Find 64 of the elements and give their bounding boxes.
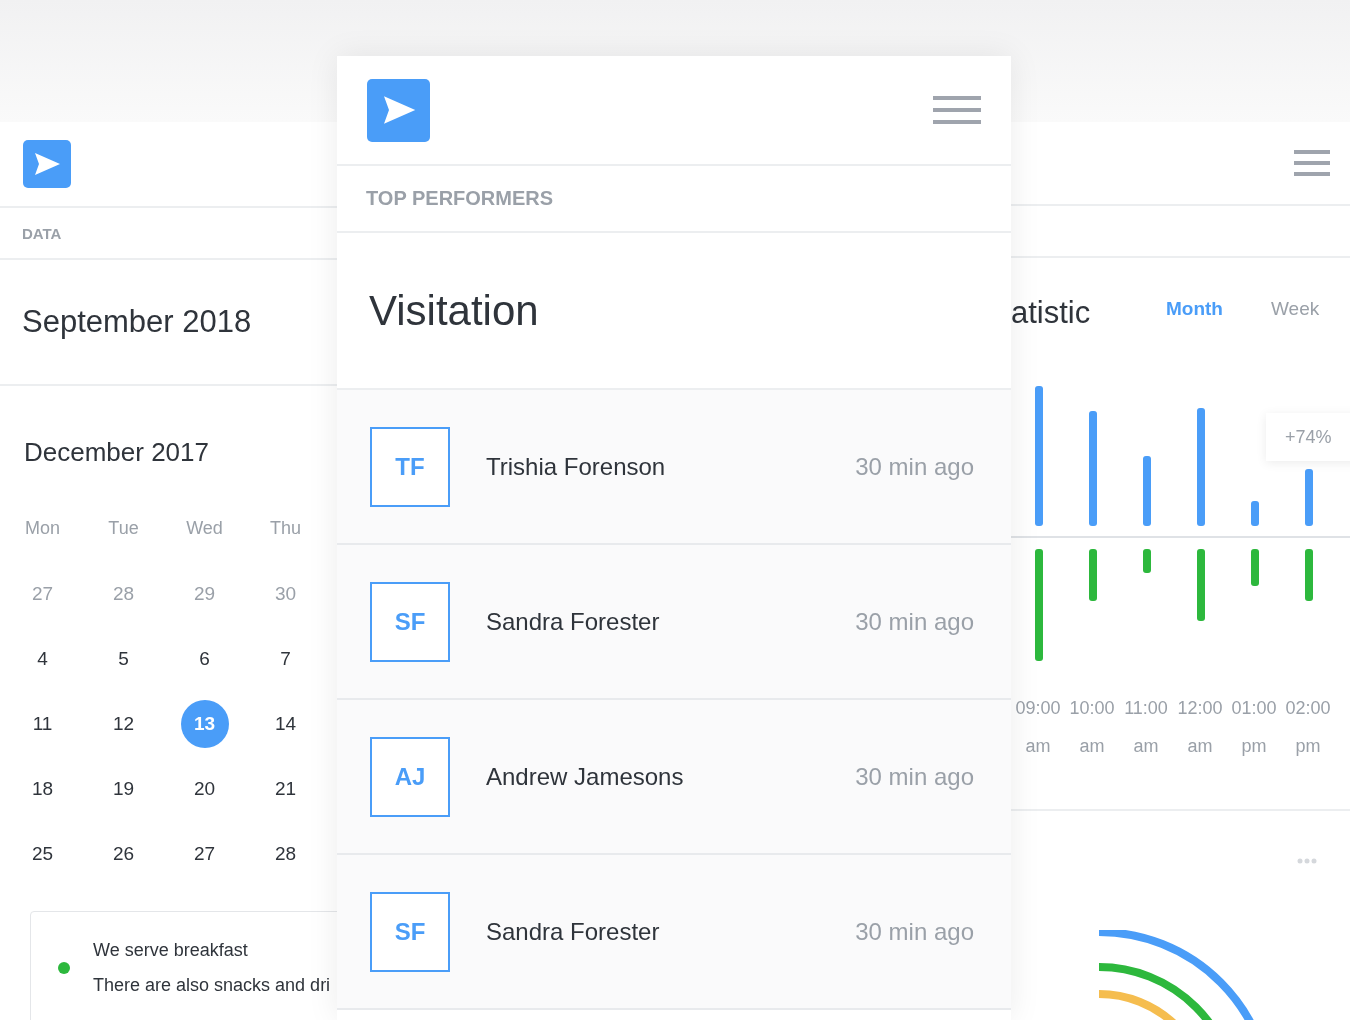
calendar-day[interactable]: 4 (18, 634, 67, 683)
change-badge: +74% (1266, 413, 1350, 461)
more-icon[interactable] (1297, 858, 1317, 864)
screen-title: September 2018 (22, 304, 252, 340)
time-ago: 30 min ago (855, 607, 974, 636)
time-ago: 30 min ago (855, 917, 974, 946)
calendar-day[interactable]: 5 (99, 634, 148, 683)
time-label: 02:00 pm (1284, 697, 1332, 758)
initials-avatar: TF (370, 426, 450, 507)
calendar-day[interactable]: 19 (99, 764, 148, 813)
app-logo[interactable] (367, 78, 430, 142)
performer-row[interactable]: TF Trishia Forenson 30 min ago (337, 390, 1011, 545)
section-label: DATA (22, 224, 62, 242)
calendar-month: December 2017 (23, 438, 210, 466)
note-title: We serve breakfast (93, 939, 249, 961)
calendar-day[interactable]: 6 (180, 634, 229, 683)
lower-bar (1251, 549, 1259, 586)
initials-avatar: SF (370, 581, 450, 662)
calendar-day[interactable]: 11 (18, 699, 67, 748)
calendar-day[interactable]: 21 (261, 764, 310, 813)
initials-avatar: AJ (370, 736, 450, 817)
calendar-day[interactable]: 27 (180, 829, 229, 878)
time-label: 10:00 am (1068, 697, 1116, 758)
calendar-day[interactable]: 20 (180, 764, 229, 813)
upper-bar (1143, 456, 1151, 526)
time-ago: 30 min ago (855, 762, 974, 791)
time-label: 01:00 pm (1230, 697, 1278, 758)
app-logo[interactable] (23, 140, 71, 188)
time-label: 09:00 am (1014, 697, 1062, 758)
time-ago: 30 min ago (855, 452, 974, 481)
calendar-day[interactable]: 12 (99, 699, 148, 748)
weekday-label: Wed (186, 518, 223, 539)
calendar-day[interactable]: 28 (261, 829, 310, 878)
performer-name: Sandra Forester (486, 607, 660, 636)
screen-title: Visitation (369, 286, 539, 335)
performer-name: Andrew Jamesons (486, 762, 684, 791)
performer-row[interactable]: AJ Andrew Jamesons 30 min ago (337, 700, 1011, 855)
performer-row[interactable]: SF Sandra Forester 30 min ago (337, 855, 1011, 1010)
calendar-day[interactable]: 7 (261, 634, 310, 683)
note-text: There are also snacks and dri (93, 974, 331, 996)
performer-name: Trishia Forenson (486, 452, 666, 481)
initials-avatar: SF (370, 891, 450, 972)
calendar-day[interactable]: 26 (99, 829, 148, 878)
lower-bar (1305, 549, 1313, 601)
lower-bar (1089, 549, 1097, 601)
weekday-label: Mon (25, 518, 60, 539)
section-label: TOP PERFORMERS (366, 187, 554, 210)
upper-bar (1305, 469, 1313, 526)
performer-name: Sandra Forester (486, 917, 660, 946)
weekday-label: Thu (270, 518, 301, 539)
weekday-label: Tue (108, 518, 139, 539)
calendar-day[interactable]: 18 (18, 764, 67, 813)
time-label: 12:00 am (1176, 697, 1224, 758)
status-dot (58, 961, 70, 974)
time-label: 11:00 am (1123, 697, 1169, 758)
menu-icon[interactable] (933, 96, 981, 124)
upper-bar (1251, 501, 1259, 526)
screen-title: atistic (1011, 294, 1091, 331)
calendar-day[interactable]: 25 (18, 829, 67, 878)
menu-icon[interactable] (1294, 150, 1330, 176)
lower-bar (1143, 549, 1151, 573)
calendar-day[interactable]: 14 (261, 699, 310, 748)
lower-bar (1197, 549, 1205, 621)
performer-row[interactable]: SF Sandra Forester 30 min ago (337, 545, 1011, 700)
